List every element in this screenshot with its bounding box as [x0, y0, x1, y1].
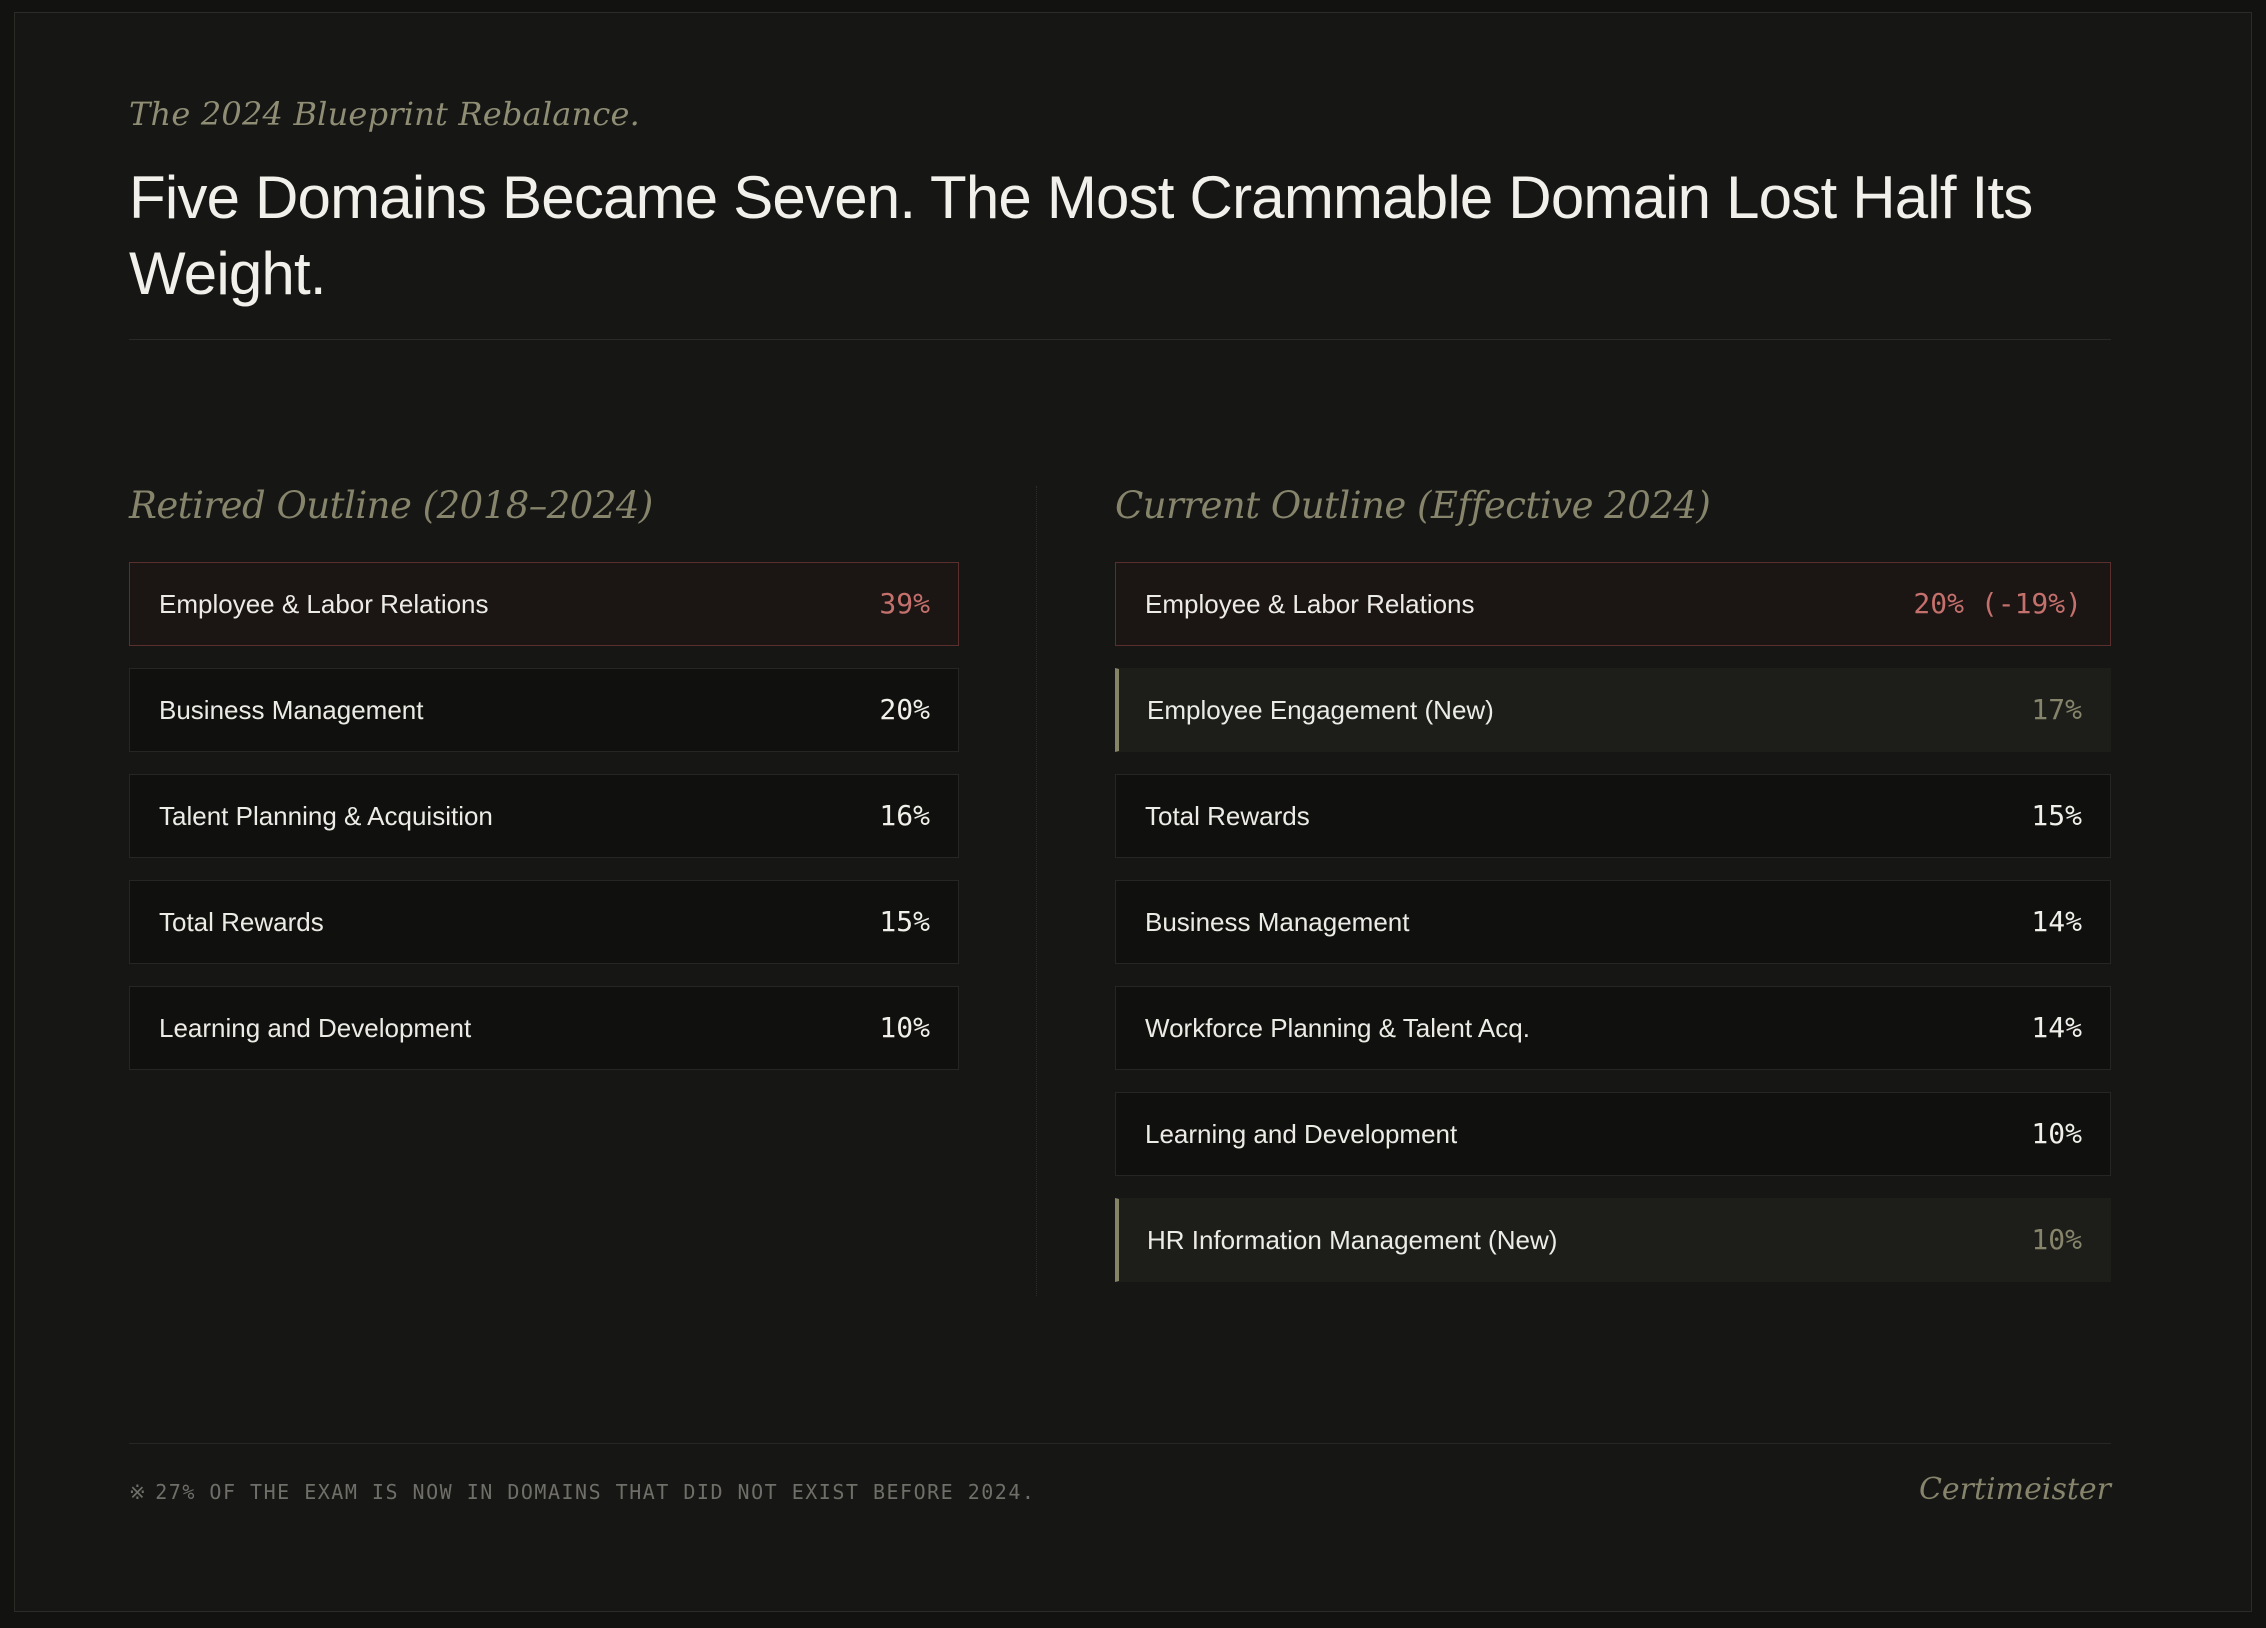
domain-weight: 10%: [879, 1011, 930, 1044]
domain-name: Talent Planning & Acquisition: [159, 801, 493, 831]
current-domain-row-workforce-planning: Workforce Planning & Talent Acq. 14%: [1115, 986, 2111, 1070]
domain-name: Employee & Labor Relations: [159, 589, 489, 619]
domain-weight: 39%: [879, 587, 930, 620]
current-domain-row-total-rewards: Total Rewards 15%: [1115, 774, 2111, 858]
domain-weight: 10%: [2031, 1117, 2082, 1150]
header-divider: [129, 339, 2111, 340]
domain-weight: 15%: [2031, 799, 2082, 832]
domain-name: HR Information Management (New): [1147, 1225, 1558, 1255]
domain-weight: 15%: [879, 905, 930, 938]
reference-mark-icon: ※: [129, 1480, 148, 1504]
brand-logo: Certimeister: [1918, 1472, 2111, 1507]
domain-name: Workforce Planning & Talent Acq.: [1145, 1013, 1530, 1043]
domain-weight: 10%: [2031, 1223, 2082, 1256]
current-domain-row-employee-labor-relations: Employee & Labor Relations 20% (-19%): [1115, 562, 2111, 646]
retired-domain-row-business-management: Business Management 20%: [129, 668, 959, 752]
current-domain-row-learning-development: Learning and Development 10%: [1115, 1092, 2111, 1176]
domain-weight: 16%: [879, 799, 930, 832]
retired-domain-row-learning-development: Learning and Development 10%: [129, 986, 959, 1070]
domain-weight: 20%: [879, 693, 930, 726]
domain-name: Employee & Labor Relations: [1145, 589, 1475, 619]
domain-name: Learning and Development: [1145, 1119, 1458, 1149]
domain-weight: 14%: [2031, 1011, 2082, 1044]
current-domain-row-hr-information-management: HR Information Management (New) 10%: [1115, 1198, 2111, 1282]
retired-outline-title: Retired Outline (2018–2024): [129, 484, 653, 527]
retired-domain-row-total-rewards: Total Rewards 15%: [129, 880, 959, 964]
domain-name: Business Management: [1145, 907, 1410, 937]
domain-name: Learning and Development: [159, 1013, 472, 1043]
current-domain-row-business-management: Business Management 14%: [1115, 880, 2111, 964]
footnote: ※ 27% OF THE EXAM IS NOW IN DOMAINS THAT …: [129, 1480, 1035, 1504]
footnote-text: 27% OF THE EXAM IS NOW IN DOMAINS THAT D…: [155, 1480, 1036, 1504]
domain-name: Business Management: [159, 695, 424, 725]
footer-divider: [129, 1443, 2111, 1444]
domain-weight: 14%: [2031, 905, 2082, 938]
eyebrow-subtitle: The 2024 Blueprint Rebalance.: [129, 95, 640, 133]
column-divider: [1036, 486, 1037, 1296]
domain-weight: 17%: [2031, 693, 2082, 726]
domain-weight: 20% (-19%): [1913, 587, 2082, 620]
current-outline-title: Current Outline (Effective 2024): [1115, 484, 1711, 527]
domain-name: Total Rewards: [1145, 801, 1310, 831]
domain-name: Employee Engagement (New): [1147, 695, 1494, 725]
current-domain-row-employee-engagement: Employee Engagement (New) 17%: [1115, 668, 2111, 752]
page-title: Five Domains Became Seven. The Most Cram…: [129, 164, 2033, 307]
retired-domain-list: Employee & Labor Relations 39% Business …: [129, 562, 959, 1092]
current-domain-list: Employee & Labor Relations 20% (-19%) Em…: [1115, 562, 2111, 1304]
domain-name: Total Rewards: [159, 907, 324, 937]
retired-domain-row-employee-labor-relations: Employee & Labor Relations 39%: [129, 562, 959, 646]
retired-domain-row-talent-planning: Talent Planning & Acquisition 16%: [129, 774, 959, 858]
